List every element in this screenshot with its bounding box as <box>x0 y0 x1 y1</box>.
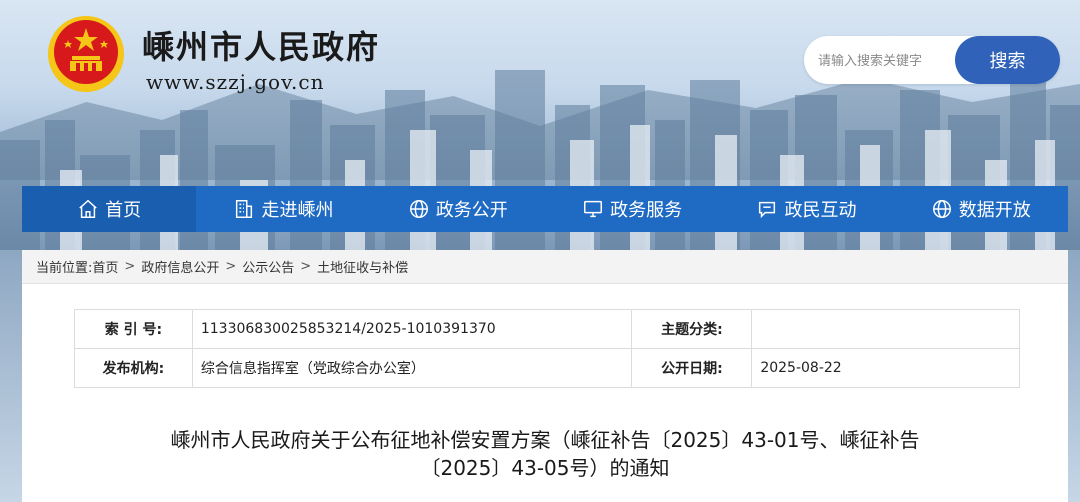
left-backdrop <box>0 250 22 502</box>
publisher-value: 综合信息指挥室（党政综合办公室） <box>191 348 633 388</box>
monitor-icon <box>584 200 603 218</box>
publisher-label: 发布机构: <box>74 348 193 388</box>
breadcrumb-gov-info[interactable]: 政府信息公开 <box>141 257 219 276</box>
breadcrumb-notices[interactable]: 公示公告 <box>242 257 294 276</box>
breadcrumb-separator: > <box>225 259 237 274</box>
breadcrumb: 当前位置: 首页 > 政府信息公开 > 公示公告 > 土地征收与补偿 <box>22 250 1068 284</box>
index-label: 索 引 号: <box>74 309 193 349</box>
breadcrumb-separator: > <box>300 259 312 274</box>
building-icon <box>236 200 253 218</box>
topic-value <box>751 309 1020 349</box>
date-value: 2025-08-22 <box>751 348 1020 388</box>
nav-label: 政民互动 <box>784 200 857 221</box>
nav-item-home[interactable]: 首页 <box>22 186 197 232</box>
home-icon <box>79 199 97 218</box>
site-url: www.szzj.gov.cn <box>146 70 325 94</box>
nav-item-services[interactable]: 政务服务 <box>545 186 719 232</box>
right-backdrop <box>1068 250 1080 502</box>
nav-item-about[interactable]: 走进嵊州 <box>196 186 370 232</box>
date-label: 公开日期: <box>631 348 753 388</box>
table-row: 索 引 号: 113306830025853214/2025-101039137… <box>74 309 1020 349</box>
nav-label: 政务服务 <box>610 200 683 221</box>
globe-icon <box>932 200 951 218</box>
article-panel: 索 引 号: 113306830025853214/2025-101039137… <box>22 284 1068 502</box>
globe-icon <box>409 200 428 218</box>
nav-item-open-data[interactable]: 数据开放 <box>894 186 1068 232</box>
table-row: 发布机构: 综合信息指挥室（党政综合办公室） 公开日期: 2025-08-22 <box>74 348 1020 388</box>
index-value: 113306830025853214/2025-1010391370 <box>191 309 633 349</box>
nav-label: 走进嵊州 <box>261 200 334 221</box>
breadcrumb-land[interactable]: 土地征收与补偿 <box>317 257 408 276</box>
breadcrumb-home[interactable]: 首页 <box>92 257 118 276</box>
search-input[interactable] <box>816 46 960 76</box>
document-title-line1: 嵊州市人民政府关于公布征地补偿安置方案（嵊征补告〔2025〕43-01号、嵊征补… <box>170 428 920 452</box>
breadcrumb-separator: > <box>124 259 136 274</box>
site-title: 嵊州市人民政府 <box>142 28 381 66</box>
main-nav: 首页 走进嵊州 政务公开 政务服务 政民互动 数据开放 <box>22 186 1068 232</box>
nav-item-gov-affairs[interactable]: 政务公开 <box>371 186 545 232</box>
topic-label: 主题分类: <box>631 309 753 349</box>
document-title-line2: 〔2025〕43-05号）的通知 <box>420 456 670 480</box>
search-button[interactable]: 搜索 <box>955 36 1060 84</box>
breadcrumb-prefix: 当前位置: <box>36 261 93 276</box>
document-title: 嵊州市人民政府关于公布征地补偿安置方案（嵊征补告〔2025〕43-01号、嵊征补… <box>102 426 988 482</box>
nav-label: 数据开放 <box>958 200 1031 221</box>
metadata-table: 索 引 号: 113306830025853214/2025-101039137… <box>74 309 1020 388</box>
nav-label: 政务公开 <box>435 200 508 221</box>
nav-label: 首页 <box>105 200 142 221</box>
nav-item-interaction[interactable]: 政民互动 <box>719 186 893 232</box>
chat-icon <box>759 201 776 219</box>
search-box: 搜索 <box>804 36 1060 84</box>
national-emblem-icon <box>48 16 124 92</box>
